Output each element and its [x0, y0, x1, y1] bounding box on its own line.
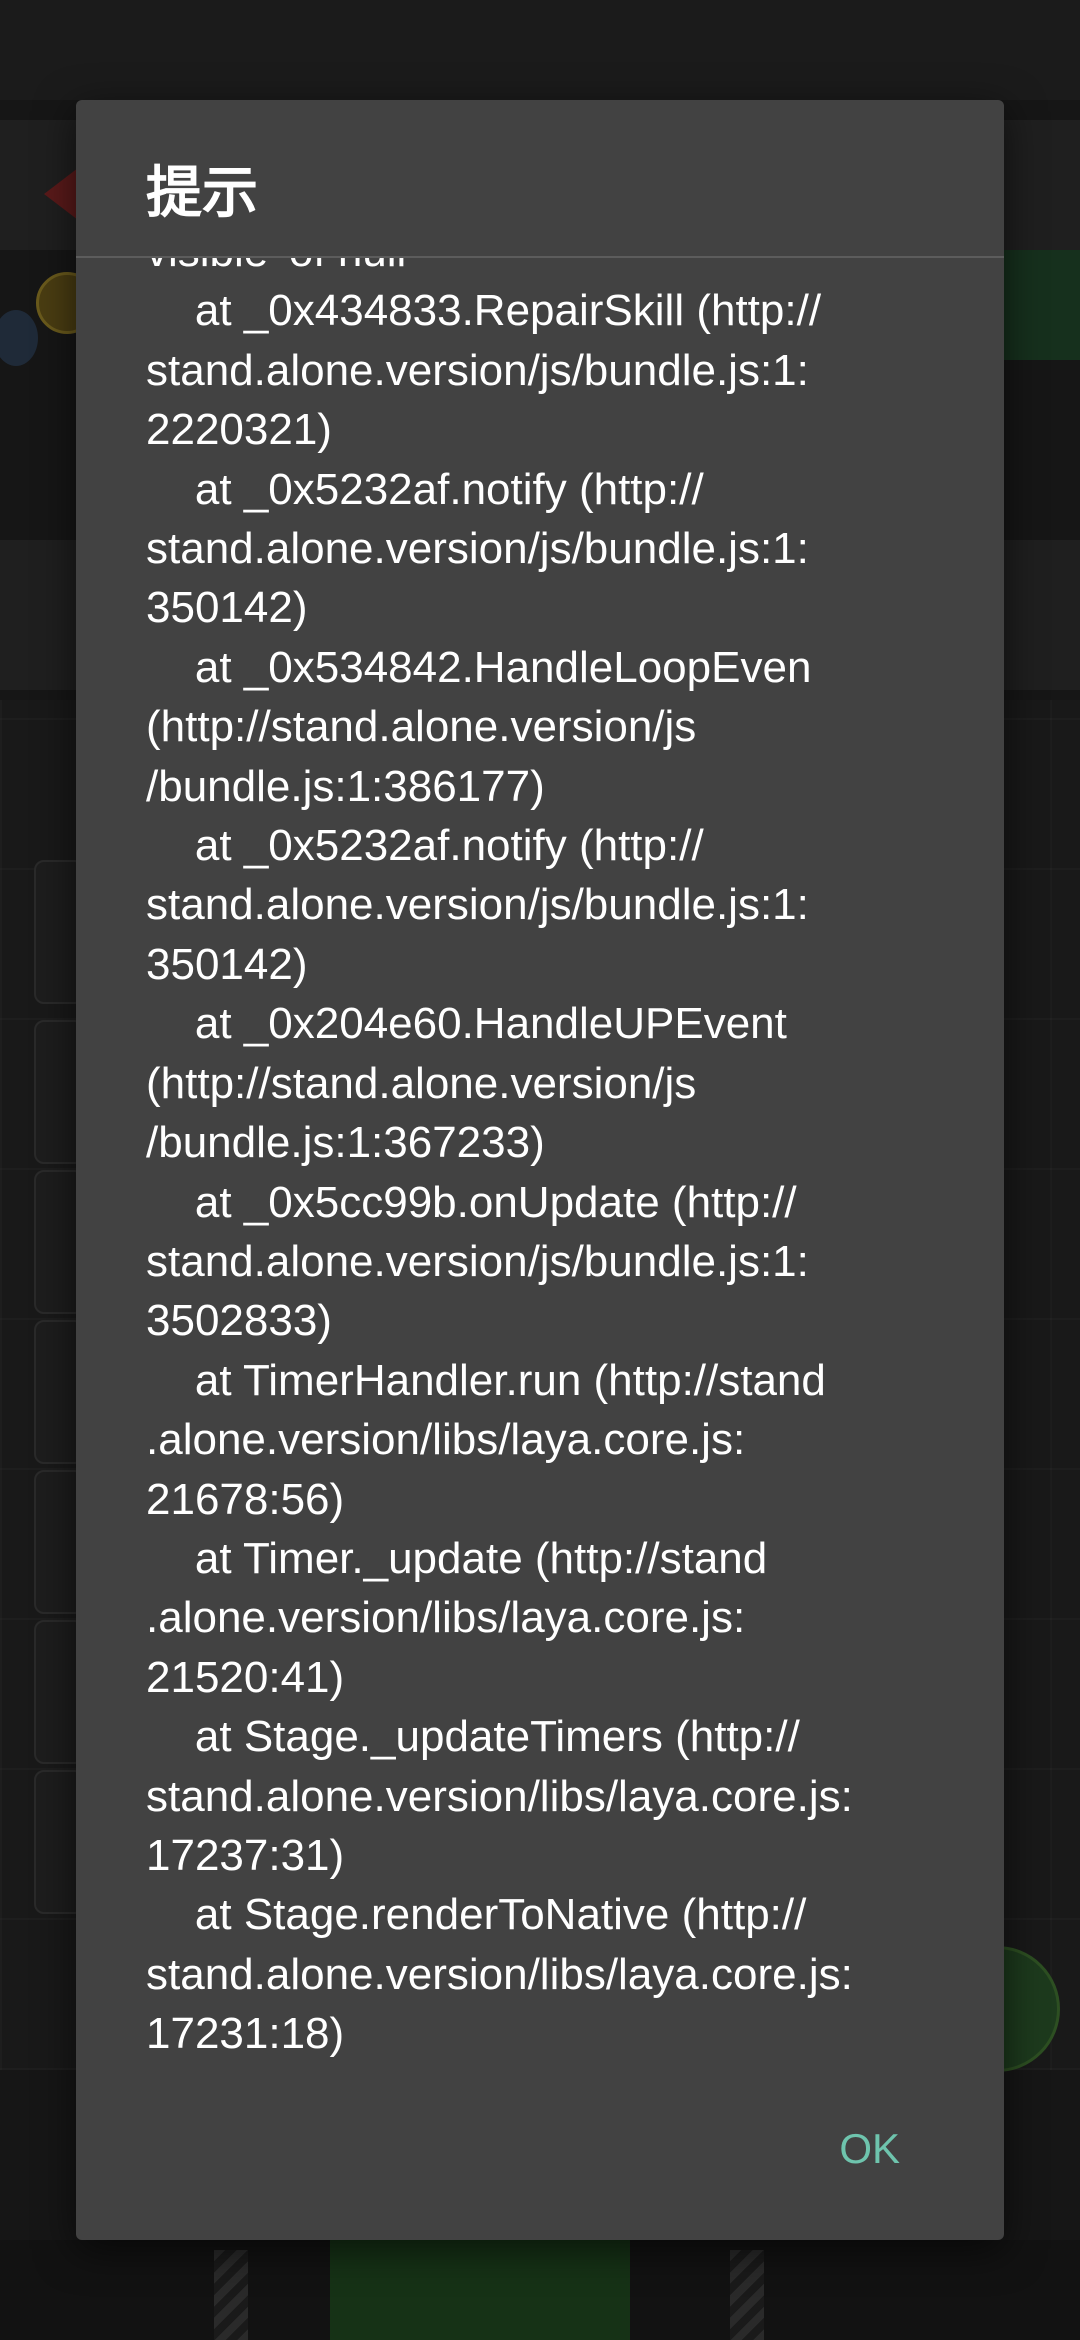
message-line: /bundle.js:1:386177)	[146, 761, 545, 811]
message-line: stand.alone.version/libs/laya.core.js:	[146, 1949, 853, 1999]
striped-bar	[730, 2250, 764, 2340]
alert-dialog: 提示 visible' of null at _0x434833.RepairS…	[76, 100, 1004, 2240]
message-line: at TimerHandler.run (http://stand	[146, 1355, 826, 1405]
message-line: at _0x204e60.HandleUPEvent	[146, 999, 787, 1049]
message-line: 17237:31)	[146, 1830, 345, 1880]
message-line: at _0x534842.HandleLoopEven	[146, 642, 812, 692]
message-line: (http://stand.alone.version/js	[146, 702, 697, 752]
message-line: stand.alone.version/libs/laya.core.js:	[146, 1771, 853, 1821]
message-line: .alone.version/libs/laya.core.js:	[146, 1593, 746, 1643]
striped-bar	[214, 2250, 248, 2340]
message-line: 21520:41)	[146, 1652, 345, 1702]
ok-button[interactable]: OK	[831, 2116, 908, 2182]
message-line: /bundle.js:1:367233)	[146, 1118, 545, 1168]
dialog-title: 提示	[146, 161, 258, 226]
message-line: at _0x5232af.notify (http://	[146, 821, 704, 871]
message-line: 21678:56)	[146, 1474, 345, 1524]
status-bar	[0, 0, 1080, 100]
message-line: at Timer._update (http://stand	[146, 1533, 768, 1583]
message-line: 17231:18)	[146, 2009, 345, 2059]
message-line: stand.alone.version/js/bundle.js:1:	[146, 880, 809, 930]
message-line: at _0x434833.RepairSkill (http://	[146, 286, 822, 336]
level-badge	[0, 310, 38, 366]
back-arrow-icon	[44, 168, 78, 220]
message-line: 350142)	[146, 583, 308, 633]
message-line: at Stage.renderToNative (http://	[146, 1890, 807, 1940]
message-line: at _0x5232af.notify (http://	[146, 464, 704, 514]
message-line: .alone.version/libs/laya.core.js:	[146, 1415, 746, 1465]
dialog-message: visible' of null at _0x434833.RepairSkil…	[146, 258, 946, 2064]
message-line: stand.alone.version/js/bundle.js:1:	[146, 524, 809, 574]
message-line: (http://stand.alone.version/js	[146, 1058, 697, 1108]
green-tile	[330, 2240, 630, 2340]
dialog-message-scroll[interactable]: visible' of null at _0x434833.RepairSkil…	[76, 258, 1004, 2160]
message-line: stand.alone.version/js/bundle.js:1:	[146, 1236, 809, 1286]
message-line: at _0x5cc99b.onUpdate (http://	[146, 1177, 797, 1227]
message-line: 2220321)	[146, 405, 332, 455]
message-line: at Stage._updateTimers (http://	[146, 1712, 800, 1762]
message-line: 350142)	[146, 939, 308, 989]
green-panel	[1000, 250, 1080, 360]
message-line: 3502833)	[146, 1296, 332, 1346]
message-line: visible' of null	[146, 258, 946, 281]
message-line: stand.alone.version/js/bundle.js:1:	[146, 345, 809, 395]
